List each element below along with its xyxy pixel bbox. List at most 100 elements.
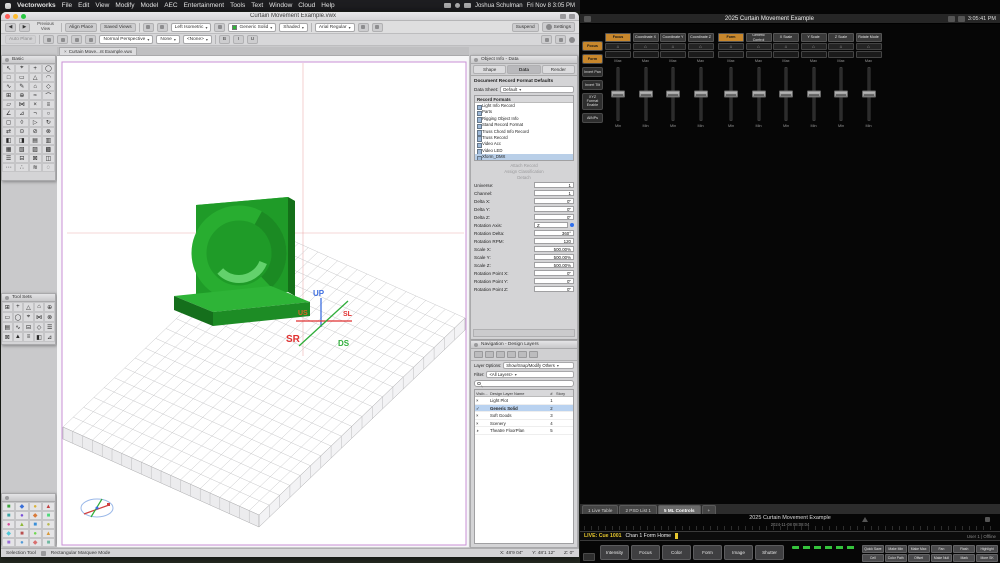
parameter-mode-button[interactable] — [856, 51, 882, 58]
tool-icon[interactable]: ▦ — [2, 145, 15, 154]
parameter-fader[interactable] — [605, 65, 631, 123]
softkey-button[interactable]: Make Max — [908, 545, 930, 553]
home-icon[interactable]: ⌂ — [746, 43, 772, 50]
tool-set-icon[interactable]: ⊗ — [44, 312, 55, 322]
fader-handle[interactable] — [694, 91, 708, 98]
visibility-mark[interactable]: × — [475, 412, 490, 419]
field-input[interactable]: 0" — [534, 270, 574, 277]
tool-icon[interactable]: ⊗ — [42, 127, 55, 136]
home-icon[interactable]: ⌂ — [801, 43, 827, 50]
menubar-item[interactable]: Cloud — [298, 2, 315, 9]
attribute-icon[interactable]: ■ — [15, 529, 28, 538]
close-icon[interactable] — [5, 296, 9, 300]
attribute-icon[interactable]: ■ — [2, 511, 15, 520]
render-mode-dropdown[interactable]: Shaded — [279, 23, 308, 32]
fader-handle[interactable] — [807, 91, 821, 98]
attribute-icon[interactable]: ◆ — [29, 511, 42, 520]
viewports-icon[interactable] — [507, 351, 516, 358]
menubar-item[interactable]: Vectorworks — [17, 2, 56, 9]
fader-handle[interactable] — [639, 91, 653, 98]
menubar-user[interactable]: Joshua Schulman — [475, 3, 523, 9]
field-input[interactable]: 1 — [534, 182, 574, 189]
softkey-button[interactable]: Quick Save — [862, 545, 884, 553]
marker-style-dropdown[interactable]: <None> — [183, 35, 212, 44]
parameter-fader[interactable] — [746, 65, 772, 123]
close-icon[interactable] — [474, 343, 478, 347]
layer-options-dropdown[interactable]: Show/Snap/Modify Others — [503, 362, 574, 369]
parameter-button[interactable]: Form — [718, 33, 744, 42]
edit-icon[interactable] — [948, 16, 955, 22]
tool-icon[interactable]: ⌂ — [29, 82, 42, 91]
design-layer-row[interactable]: ◑ Theatre FloorPlan 5 — [475, 427, 573, 435]
tool-icon[interactable]: ⊠ — [29, 154, 42, 163]
menubar-item[interactable]: File — [62, 2, 72, 9]
parameter-button[interactable]: Generic Control — [746, 33, 772, 42]
tool-icon[interactable]: ▨ — [29, 145, 42, 154]
encoder-control-button[interactable]: Focus — [582, 41, 603, 51]
parameter-button[interactable]: X Scale — [773, 33, 799, 42]
control-center-icon[interactable] — [455, 3, 460, 8]
apple-menu-icon[interactable] — [5, 3, 11, 9]
filter-dropdown[interactable]: <All Layers> — [486, 371, 574, 378]
field-input[interactable]: Z — [534, 222, 568, 229]
softkey-button[interactable]: Flash — [953, 545, 975, 553]
attribute-icon[interactable]: ● — [2, 520, 15, 529]
tool-icon[interactable]: ⌒ — [42, 91, 55, 100]
fit-to-objects-icon[interactable] — [143, 23, 154, 32]
column-name[interactable]: Design Layer Name — [490, 390, 547, 396]
text-align-center-icon[interactable] — [372, 23, 383, 32]
parameter-button[interactable]: Focus — [605, 33, 631, 42]
close-window-button[interactable] — [5, 14, 10, 19]
attribute-icon[interactable]: ▲ — [15, 520, 28, 529]
italic-button[interactable]: I — [233, 35, 244, 44]
attribute-icon[interactable]: ● — [15, 538, 28, 547]
parameter-fader[interactable] — [633, 65, 659, 123]
parameter-mode-button[interactable] — [718, 51, 744, 58]
mode-icon-4[interactable] — [85, 35, 96, 44]
close-icon[interactable] — [5, 496, 9, 500]
attribute-icon[interactable]: ▲ — [42, 502, 55, 511]
parameter-button[interactable]: Z Scale — [828, 33, 854, 42]
parameter-button[interactable]: Coordinate Y — [660, 33, 686, 42]
tool-icon[interactable]: □ — [2, 73, 15, 82]
tool-icon[interactable]: ▥ — [42, 136, 55, 145]
fader-handle[interactable] — [752, 91, 766, 98]
mode-icon-2[interactable] — [57, 35, 68, 44]
menubar-item[interactable]: Modify — [115, 2, 134, 9]
references-icon[interactable] — [529, 351, 538, 358]
column-number[interactable]: # — [547, 390, 556, 396]
parameter-mode-button[interactable] — [828, 51, 854, 58]
bold-button[interactable]: B — [219, 35, 230, 44]
category-button[interactable]: Focus — [631, 545, 660, 560]
saved-views-icon[interactable] — [518, 351, 527, 358]
tool-set-icon[interactable]: ▤ — [2, 322, 13, 332]
tool-icon[interactable]: ◇ — [42, 82, 55, 91]
zoom-window-button[interactable] — [21, 14, 26, 19]
tool-set-icon[interactable]: ⌖ — [23, 312, 34, 322]
softkey-button[interactable]: Make Null — [931, 554, 953, 562]
tool-icon[interactable]: ◧ — [2, 136, 15, 145]
encoder-control-button[interactable]: Form — [582, 54, 603, 64]
parameter-fader[interactable] — [718, 65, 744, 123]
tool-icon[interactable]: ⋯ — [2, 163, 15, 172]
classes-icon[interactable] — [474, 351, 483, 358]
category-button[interactable]: Color — [662, 545, 691, 560]
tool-icon[interactable]: ⌖ — [15, 64, 28, 73]
tool-icon[interactable]: ∴ — [15, 163, 28, 172]
tool-set-icon[interactable]: ⋈ — [34, 312, 45, 322]
parameter-mode-button[interactable] — [660, 51, 686, 58]
fader-handle[interactable] — [834, 91, 848, 98]
minimize-window-button[interactable] — [13, 14, 18, 19]
text-align-left-icon[interactable] — [358, 23, 369, 32]
fader-handle[interactable] — [779, 91, 793, 98]
encoder-control-button[interactable]: AllNPs — [582, 113, 603, 123]
tool-set-icon[interactable]: ▲ — [13, 332, 24, 342]
tool-icon[interactable]: △ — [29, 73, 42, 82]
close-icon[interactable] — [474, 58, 478, 62]
parameter-fader[interactable] — [773, 65, 799, 123]
field-input[interactable]: 500.00% — [534, 254, 574, 261]
parameter-button[interactable]: Rotate Mode — [856, 33, 882, 42]
attribute-icon[interactable]: ■ — [29, 520, 42, 529]
tool-set-icon[interactable]: ⊞ — [2, 302, 13, 312]
visibility-mark[interactable]: ✓ — [475, 405, 490, 412]
